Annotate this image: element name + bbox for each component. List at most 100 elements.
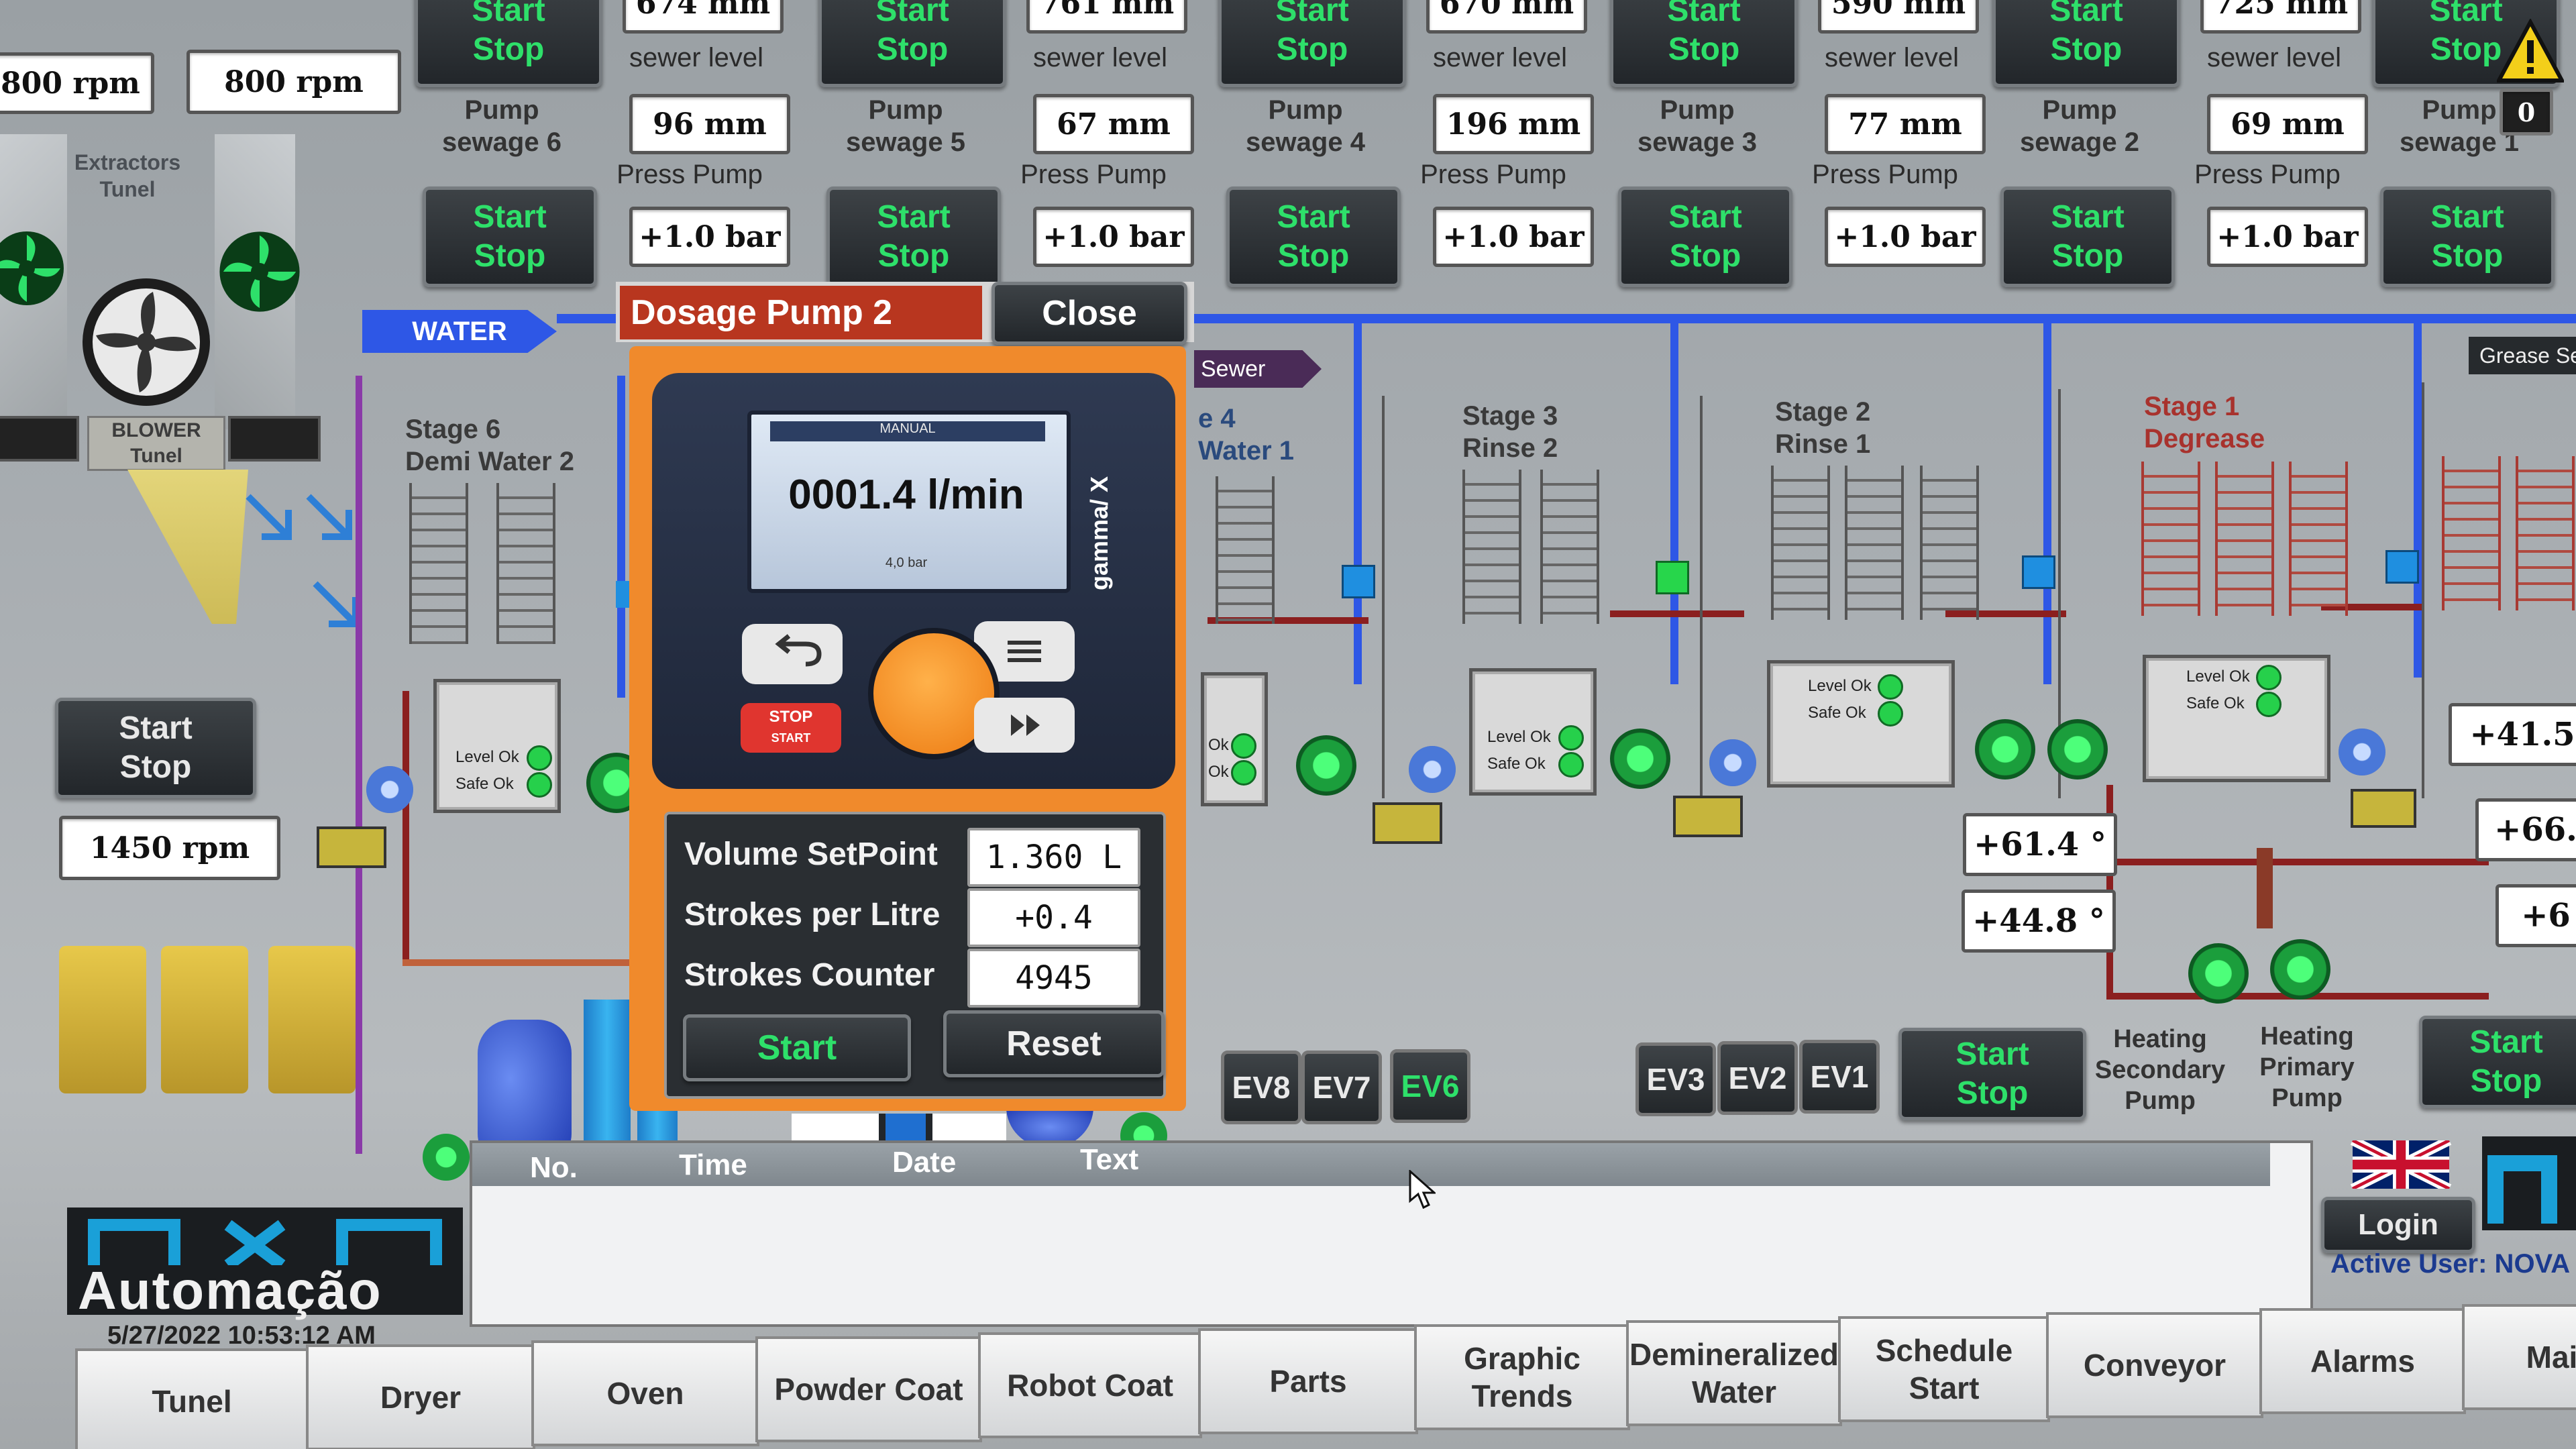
pump-sewage5-sewer-label: sewer level: [1032, 43, 1168, 72]
right-start-stop-button[interactable]: Start Stop: [2419, 1016, 2576, 1108]
alarm-col-time: Time: [679, 1148, 747, 1181]
coil-stage0-b: [2516, 456, 2575, 610]
pump-sewage5-flow-level: 761 mm: [1026, 0, 1187, 34]
device-stop-start-button[interactable]: STOP START: [741, 703, 841, 753]
rpm-field-2[interactable]: 800 rpm: [186, 50, 401, 114]
pump-sewage1-start-stop[interactable]: Start Stop: [2380, 186, 2555, 287]
coil-stage2-a: [1771, 466, 1830, 620]
pump-sewage3-flow-level: 590 mm: [1818, 0, 1979, 34]
pump-stage4[interactable]: [1296, 735, 1356, 796]
nav-tab-oven[interactable]: Oven: [531, 1340, 759, 1446]
coil-stage1-c: [2289, 462, 2348, 616]
param-row-strokes-counter: Strokes Counter 4945: [671, 943, 1154, 1010]
blower-start-stop-button[interactable]: Start Stop: [55, 698, 256, 798]
nav-tab-alarms[interactable]: Alarms: [2259, 1308, 2466, 1414]
valve-stage3[interactable]: [1656, 561, 1689, 594]
pump-sewage6-start-stop[interactable]: Start Stop: [423, 186, 597, 287]
nav-tab-robot-coat[interactable]: Robot Coat: [978, 1332, 1202, 1438]
pump-sewage4-start-stop[interactable]: Start Stop: [1226, 186, 1401, 287]
pump-stage3[interactable]: [1610, 729, 1670, 789]
heating-primary-label: Heating Primary Pump: [2259, 1022, 2355, 1112]
purple-return-pipe: [356, 376, 362, 1154]
login-button[interactable]: Login: [2321, 1197, 2475, 1253]
pump-sewage3-sewer-level[interactable]: 77 mm: [1825, 94, 1986, 154]
pump-stage2-a[interactable]: [1975, 719, 2035, 780]
blower-rpm-field[interactable]: 1450 rpm: [59, 816, 280, 880]
pump-sewage5-pressure[interactable]: +1.0 bar: [1033, 207, 1194, 267]
display-slot-right: [228, 416, 321, 462]
nav-tab-tunel[interactable]: Tunel: [75, 1348, 309, 1449]
extractors-label: Extractors Tunel: [74, 150, 181, 201]
sump-stage3: [1673, 796, 1743, 837]
pump-sewage4-pressure[interactable]: +1.0 bar: [1433, 207, 1594, 267]
ev1-button[interactable]: EV1: [1799, 1040, 1880, 1114]
pump-sewage3-start-stop[interactable]: Start Stop: [1618, 186, 1792, 287]
pump-sewage6-pressure[interactable]: +1.0 bar: [629, 207, 790, 267]
valve-stage2[interactable]: [2022, 555, 2055, 589]
temperature-field-5: +6: [2496, 884, 2576, 947]
nav-tab-demineralized-water[interactable]: Demineralized Water: [1626, 1320, 1842, 1426]
nav-tab-dryer[interactable]: Dryer: [306, 1344, 535, 1449]
nav-tab-conveyor[interactable]: Conveyor: [2046, 1312, 2263, 1418]
sewage-pump-stage3[interactable]: [1709, 739, 1756, 786]
sump-stage1: [2351, 789, 2416, 828]
warning-icon[interactable]: [2495, 17, 2566, 86]
ev6-button[interactable]: EV6: [1390, 1049, 1470, 1123]
heat-exchanger: [2257, 848, 2273, 928]
nav-tab-graphic-trends[interactable]: Graphic Trends: [1414, 1324, 1630, 1430]
pump-sewage2-sewer-level[interactable]: 69 mm: [2207, 94, 2368, 154]
heating-primary-pump-icon[interactable]: [2270, 939, 2330, 1000]
ev2-button[interactable]: EV2: [1717, 1041, 1798, 1115]
sewage-pump-stage6[interactable]: [366, 766, 413, 813]
ev7-button[interactable]: EV7: [1301, 1051, 1382, 1124]
pump-stage2-b[interactable]: [2047, 719, 2108, 780]
ev8-button[interactable]: EV8: [1221, 1051, 1301, 1124]
mouse-cursor-icon: [1409, 1169, 1437, 1210]
nav-tab-schedule-start[interactable]: Schedule Start: [1838, 1316, 2050, 1422]
nav-tab-parts[interactable]: Parts: [1198, 1328, 1418, 1434]
coil-stage3-b: [1540, 470, 1599, 624]
stage6-label: Stage 6 Demi Water 2: [405, 415, 574, 476]
device-skip-button-icon[interactable]: [974, 698, 1075, 753]
temperature-field-4: +66.: [2475, 798, 2576, 861]
pump-sewage3-start-stop-top[interactable]: Start Stop: [1610, 0, 1798, 87]
pump-sewage6-start-stop-top[interactable]: Start Stop: [415, 0, 602, 87]
popup-start-button[interactable]: Start: [683, 1014, 911, 1081]
fan-icon-left: [0, 228, 67, 309]
pump-sewage3-pressure[interactable]: +1.0 bar: [1825, 207, 1986, 267]
popup-reset-button[interactable]: Reset: [943, 1010, 1165, 1077]
valve-stage1[interactable]: [2385, 550, 2419, 584]
sewage-pump-stage1[interactable]: [2339, 729, 2385, 775]
controller-stage4: Ok Ok: [1201, 672, 1268, 806]
popup-close-button[interactable]: Close: [991, 282, 1187, 345]
pump-sewage3-press-label: Press Pump: [1812, 160, 1958, 189]
pump-sewage5-start-stop[interactable]: Start Stop: [826, 186, 1001, 287]
pump-sewage6-sewer-level[interactable]: 96 mm: [629, 94, 790, 154]
uk-flag-icon[interactable]: [2330, 1136, 2471, 1193]
pump-sewage4-press-label: Press Pump: [1420, 160, 1566, 189]
stage-divider-2: [1700, 396, 1703, 798]
warning-counter: 0: [2500, 89, 2553, 136]
nav-tab-powder-coat[interactable]: Powder Coat: [755, 1336, 982, 1442]
nav-tab-mai[interactable]: Mai: [2462, 1304, 2576, 1410]
device-back-button-icon[interactable]: [742, 624, 843, 684]
pump-sewage4-start-stop-top[interactable]: Start Stop: [1218, 0, 1406, 87]
brand-name: Automação: [78, 1260, 382, 1320]
heating-start-stop-button[interactable]: Start Stop: [1898, 1028, 2086, 1120]
pump-sewage2-start-stop-top[interactable]: Start Stop: [1992, 0, 2180, 87]
pump-sewage4-flow-level: 670 mm: [1426, 0, 1587, 34]
pump-sewage5-sewer-level[interactable]: 67 mm: [1033, 94, 1194, 154]
pump-sewage4-sewer-level[interactable]: 196 mm: [1433, 94, 1594, 154]
strokes-per-litre-field[interactable]: +0.4: [967, 888, 1140, 947]
rpm-field-1[interactable]: 800 rpm: [0, 52, 154, 114]
volume-setpoint-field[interactable]: 1.360 L: [967, 828, 1140, 887]
sewage-pump-stage4[interactable]: [1409, 746, 1456, 793]
valve-stage4[interactable]: [1342, 565, 1375, 598]
pump-sewage2-pressure[interactable]: +1.0 bar: [2207, 207, 2368, 267]
pump-sewage2-label: Pump sewage 2: [2020, 95, 2139, 157]
pump-sewage2-start-stop[interactable]: Start Stop: [2000, 186, 2175, 287]
pump-sewage5-start-stop-top[interactable]: Start Stop: [818, 0, 1006, 87]
ev3-button[interactable]: EV3: [1635, 1042, 1716, 1116]
alarm-col-text: Text: [1080, 1143, 1139, 1176]
heating-secondary-pump-icon[interactable]: [2188, 943, 2249, 1004]
